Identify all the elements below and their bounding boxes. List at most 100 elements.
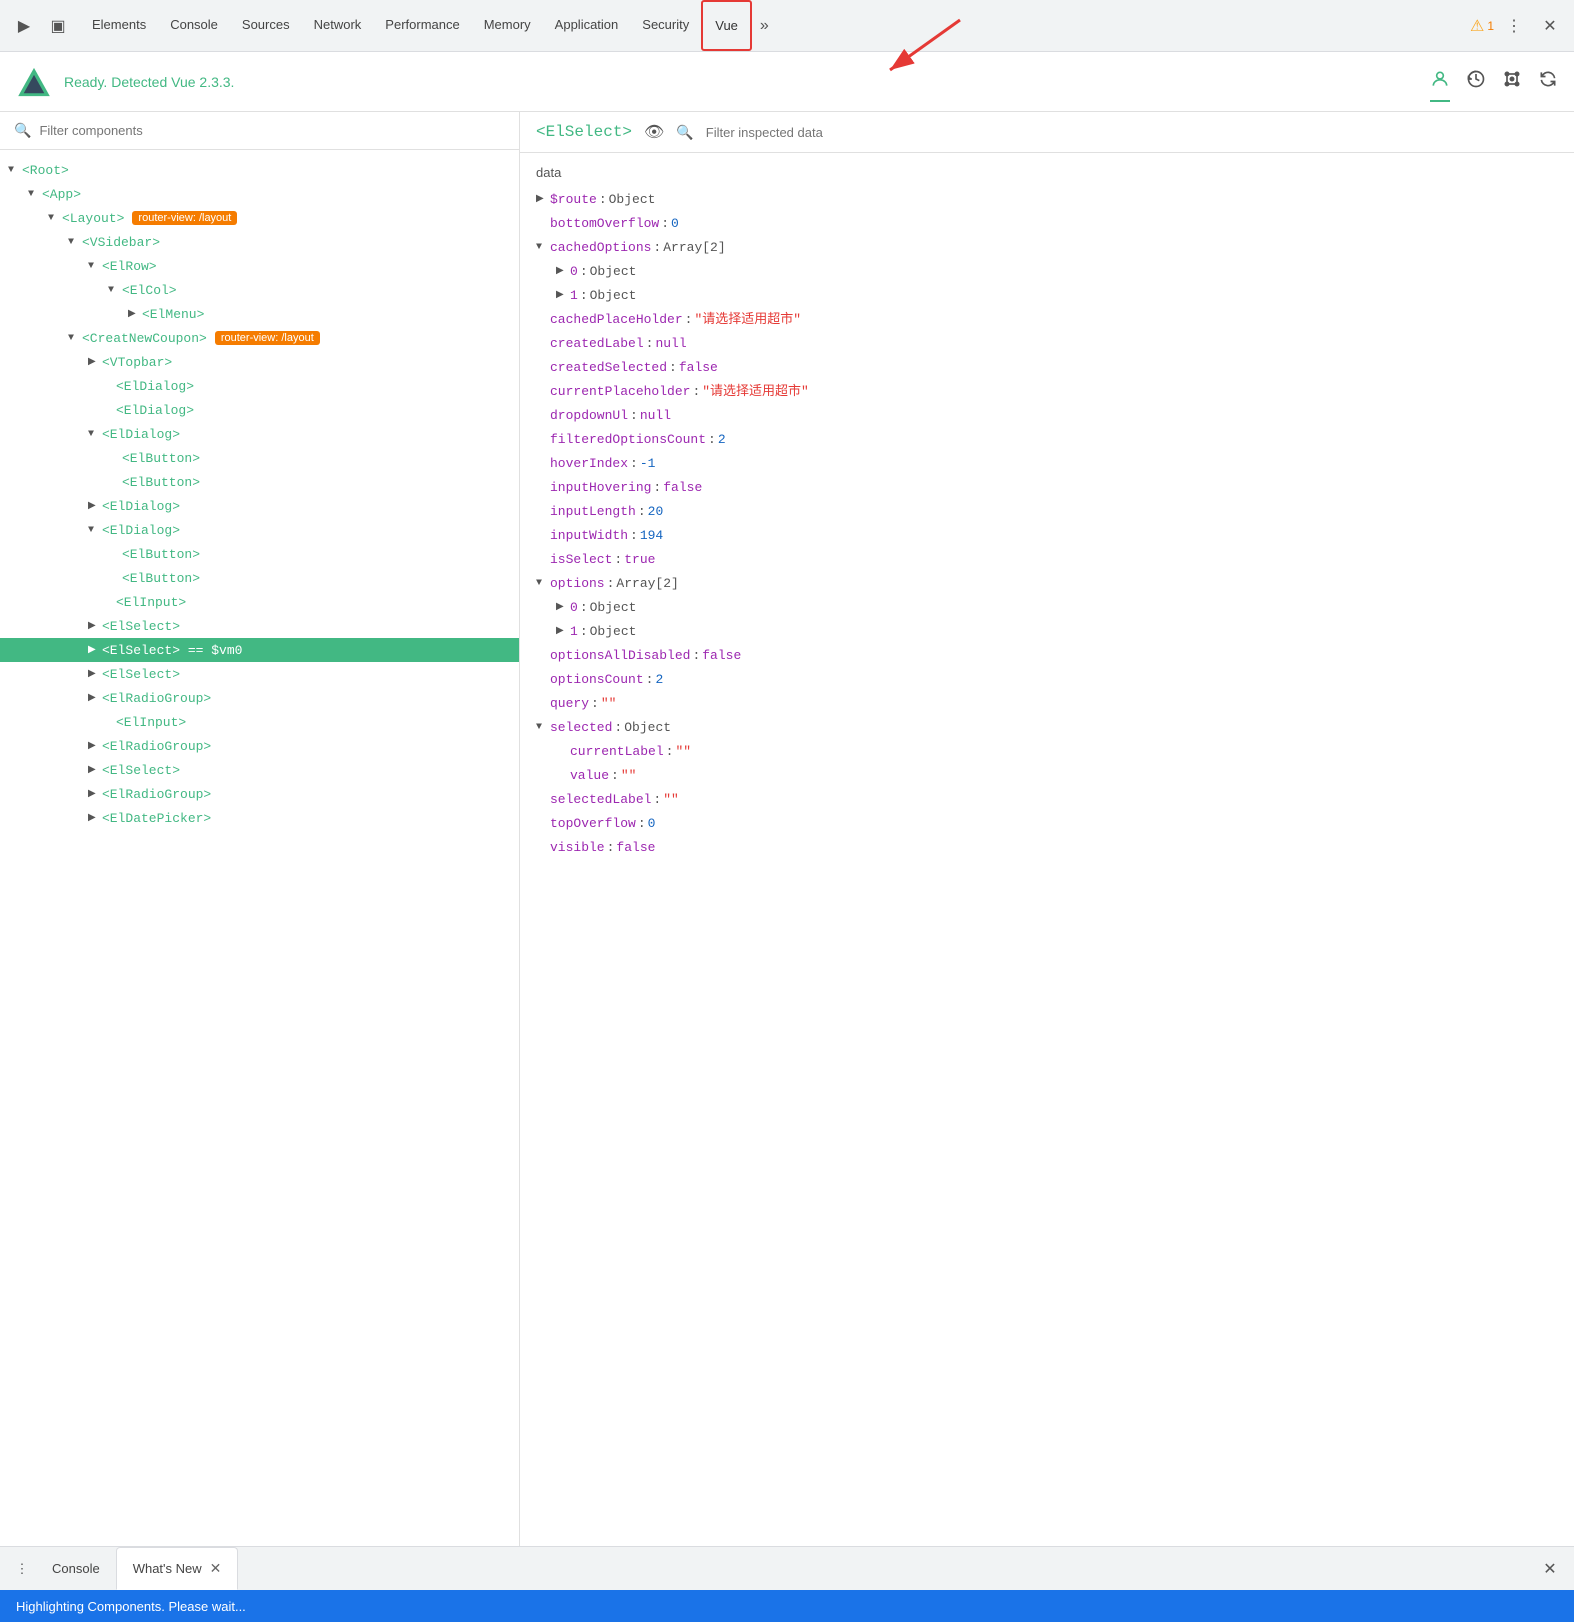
tree-item-vtopbar[interactable]: ▶ <VTopbar>: [0, 350, 519, 374]
bottom-tab-whatsnew[interactable]: What's New ✕: [116, 1547, 239, 1590]
tree-item-elmenu[interactable]: ▶ <ElMenu>: [0, 302, 519, 326]
toggle-elradiogrp2[interactable]: ▶: [88, 740, 102, 752]
toggle-elradiogrp1[interactable]: ▶: [88, 692, 102, 704]
tree-item-app[interactable]: ▼ <App>: [0, 182, 519, 206]
key-hoverindex: hoverIndex: [550, 454, 628, 474]
toggle-opt0[interactable]: ▶: [556, 598, 570, 618]
tree-item-eldatepicker[interactable]: ▶ <ElDatePicker>: [0, 806, 519, 830]
toggle-elrow[interactable]: ▼: [88, 261, 102, 272]
tree-item-elradiogrp2[interactable]: ▶ <ElRadioGroup>: [0, 734, 519, 758]
tab-network[interactable]: Network: [302, 0, 374, 51]
toggle-creatcoupon[interactable]: ▼: [68, 333, 82, 344]
device-icon[interactable]: ▣: [42, 10, 74, 42]
tree-item-layout[interactable]: ▼ <Layout> router-view: /layout: [0, 206, 519, 230]
eye-icon[interactable]: 👁: [644, 122, 664, 142]
toggle-cached1[interactable]: ▶: [556, 286, 570, 306]
toggle-elradiogrp3[interactable]: ▶: [88, 788, 102, 800]
data-row-options: ▼ options : Array[2]: [536, 572, 1558, 596]
toggle-opt1[interactable]: ▶: [556, 622, 570, 642]
search-icon: 🔍: [14, 122, 31, 139]
history-icon[interactable]: [1466, 69, 1486, 94]
key-topoverflow: topOverflow: [550, 814, 636, 834]
tree-item-elinput2[interactable]: ▶ <ElInput>: [0, 710, 519, 734]
toggle-elselect2[interactable]: ▶: [88, 668, 102, 680]
tree-item-elselect1[interactable]: ▶ <ElSelect>: [0, 614, 519, 638]
tree-item-elselect-selected[interactable]: ▶ <ElSelect> == $vm0: [0, 638, 519, 662]
whatsnew-close-button[interactable]: ✕: [210, 1560, 222, 1577]
toggle-selected[interactable]: ▼: [536, 718, 550, 738]
tab-elements[interactable]: Elements: [80, 0, 158, 51]
tree-item-eldialog2[interactable]: ▶ <ElDialog>: [0, 398, 519, 422]
tree-item-eldialog3[interactable]: ▼ <ElDialog>: [0, 422, 519, 446]
refresh-icon[interactable]: [1538, 69, 1558, 94]
filter-data-input[interactable]: [706, 125, 1558, 140]
blue-status-bar: Highlighting Components. Please wait...: [0, 1590, 1574, 1622]
tree-item-eldialog5[interactable]: ▼ <ElDialog>: [0, 518, 519, 542]
devtools-toolbar: ▶ ▣ Elements Console Sources Network Per…: [0, 0, 1574, 52]
data-row-inputlength: ▶ inputLength : 20: [536, 500, 1558, 524]
cursor-icon[interactable]: ▶: [8, 10, 40, 42]
vue-ready-text: Ready. Detected Vue 2.3.3.: [64, 74, 234, 90]
tree-item-eldialog1[interactable]: ▶ <ElDialog>: [0, 374, 519, 398]
toggle-eldialog4[interactable]: ▶: [88, 500, 102, 512]
tree-item-vsidebar[interactable]: ▼ <VSidebar>: [0, 230, 519, 254]
toggle-vsidebar[interactable]: ▼: [68, 237, 82, 248]
bottom-tab-console[interactable]: Console: [36, 1547, 116, 1590]
tree-item-elbtn4[interactable]: ▶ <ElButton>: [0, 566, 519, 590]
tree-item-elselect3[interactable]: ▶ <ElSelect>: [0, 758, 519, 782]
component-tree-icon[interactable]: [1430, 69, 1450, 94]
val-inputhovering: false: [663, 478, 702, 498]
tree-item-elrow[interactable]: ▼ <ElRow>: [0, 254, 519, 278]
toolbar-tabs: Elements Console Sources Network Perform…: [80, 0, 1468, 51]
toggle-app[interactable]: ▼: [28, 189, 42, 200]
vuex-icon[interactable]: [1502, 69, 1522, 94]
filter-components-input[interactable]: [39, 123, 505, 138]
key-options: options: [550, 574, 605, 594]
key-currentplaceholder: currentPlaceholder: [550, 382, 690, 402]
tree-item-eldialog4[interactable]: ▶ <ElDialog>: [0, 494, 519, 518]
tree-item-elradiogrp1[interactable]: ▶ <ElRadioGroup>: [0, 686, 519, 710]
toggle-elmenu[interactable]: ▶: [128, 308, 142, 320]
tree-item-elradiogrp3[interactable]: ▶ <ElRadioGroup>: [0, 782, 519, 806]
tree-item-elcol[interactable]: ▼ <ElCol>: [0, 278, 519, 302]
toggle-vtopbar[interactable]: ▶: [88, 356, 102, 368]
close-devtools-button[interactable]: ✕: [1534, 10, 1566, 42]
close-bottom-bar-button[interactable]: ✕: [1534, 1553, 1566, 1585]
toggle-options[interactable]: ▼: [536, 574, 550, 594]
toggle-elselect3[interactable]: ▶: [88, 764, 102, 776]
toggle-elcol[interactable]: ▼: [108, 285, 122, 296]
tab-application[interactable]: Application: [543, 0, 631, 51]
toggle-eldatepicker[interactable]: ▶: [88, 812, 102, 824]
toggle-cached0[interactable]: ▶: [556, 262, 570, 282]
toggle-cachedoptions[interactable]: ▼: [536, 238, 550, 258]
tree-item-creatcoupon[interactable]: ▼ <CreatNewCoupon> router-view: /layout: [0, 326, 519, 350]
data-row-opt0: ▶ 0 : Object: [536, 596, 1558, 620]
toggle-elselect1[interactable]: ▶: [88, 620, 102, 632]
more-options-button[interactable]: ⋮: [1498, 10, 1530, 42]
tab-security[interactable]: Security: [630, 0, 701, 51]
val-route: Object: [609, 190, 656, 210]
data-row-opt1: ▶ 1 : Object: [536, 620, 1558, 644]
tree-item-elselect2[interactable]: ▶ <ElSelect>: [0, 662, 519, 686]
toggle-eldialog5[interactable]: ▼: [88, 525, 102, 536]
tab-console[interactable]: Console: [158, 0, 230, 51]
toggle-eldialog3[interactable]: ▼: [88, 429, 102, 440]
toggle-layout[interactable]: ▼: [48, 213, 62, 224]
data-row-cachedplaceholder: ▶ cachedPlaceHolder : "请选择适用超市": [536, 308, 1558, 332]
toggle-elselect-selected[interactable]: ▶: [88, 644, 102, 656]
tree-item-elbtn3[interactable]: ▶ <ElButton>: [0, 542, 519, 566]
tree-item-elbtn1[interactable]: ▶ <ElButton>: [0, 446, 519, 470]
toggle-root[interactable]: ▼: [8, 165, 22, 176]
tab-memory[interactable]: Memory: [472, 0, 543, 51]
tab-vue[interactable]: Vue: [701, 0, 752, 51]
tree-item-elinput1[interactable]: ▶ <ElInput>: [0, 590, 519, 614]
tag-eldatepicker: <ElDatePicker>: [102, 811, 211, 826]
toggle-route[interactable]: ▶: [536, 190, 550, 210]
tree-item-root[interactable]: ▼ <Root>: [0, 158, 519, 182]
tag-elradiogrp3: <ElRadioGroup>: [102, 787, 211, 802]
tab-sources[interactable]: Sources: [230, 0, 302, 51]
tree-item-elbtn2[interactable]: ▶ <ElButton>: [0, 470, 519, 494]
tab-performance[interactable]: Performance: [373, 0, 471, 51]
bottom-dots-icon[interactable]: ⋮: [8, 1555, 36, 1583]
data-row-isselect: ▶ isSelect : true: [536, 548, 1558, 572]
